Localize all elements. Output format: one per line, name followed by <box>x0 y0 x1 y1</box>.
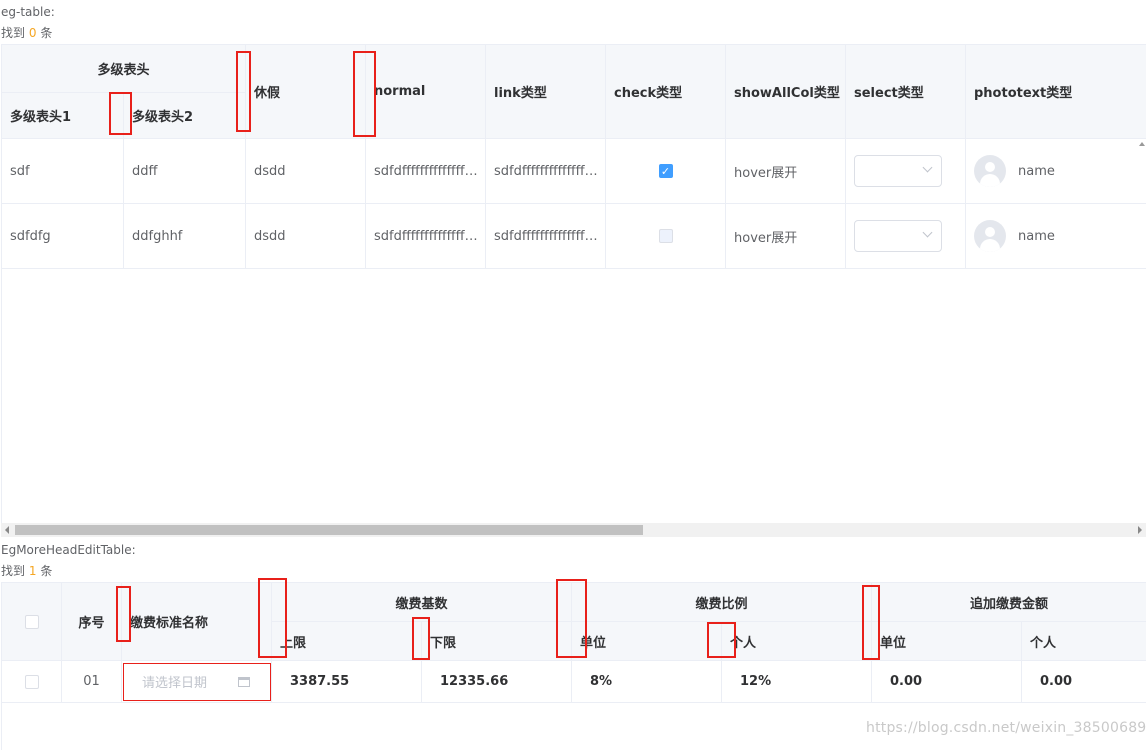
table1-title: eg-table: <box>1 5 55 19</box>
date-picker-input[interactable]: 请选择日期 <box>123 663 271 701</box>
normal-text: sdfdfffffffffffffffffffffff <box>374 229 478 244</box>
annotation-box <box>353 51 376 137</box>
horizontal-scrollbar[interactable] <box>1 523 1146 537</box>
showall-cell[interactable]: hover展开 <box>726 204 846 269</box>
header-extra: 追加缴费金额 <box>872 583 1146 622</box>
header-personal: 个人 <box>722 622 872 661</box>
annotation-box <box>707 622 736 658</box>
row-lower: 12335.66 <box>422 661 572 703</box>
header-group: 多级表头 <box>2 45 246 93</box>
table-row-cell: dsdd <box>246 139 366 204</box>
watermark: https://blog.csdn.net/weixin_38500689 <box>866 720 1146 736</box>
count-suffix: 条 <box>40 564 52 578</box>
annotation-box <box>116 586 131 642</box>
row-unit: 8% <box>572 661 722 703</box>
showall-cell[interactable]: hover展开 <box>726 139 846 204</box>
select-cell <box>846 204 966 269</box>
row-index: 01 <box>62 661 122 703</box>
annotation-box <box>862 585 880 660</box>
row-date-cell: 请选择日期 <box>122 661 272 703</box>
header-extra-personal: 个人 <box>1022 622 1146 661</box>
chevron-down-icon <box>923 163 933 173</box>
table2-title: EgMoreHeadEditTable: <box>1 543 136 557</box>
header-extra-unit: 单位 <box>872 622 1022 661</box>
normal-cell: sdfdfffffffffffffffffffffff <box>366 139 486 204</box>
header-normal: normal <box>366 45 486 139</box>
table-row-cell: ddff <box>124 139 246 204</box>
scroll-up-icon[interactable] <box>1139 142 1145 146</box>
scrollbar-thumb[interactable] <box>15 525 643 535</box>
avatar-name: name <box>1018 229 1055 244</box>
avatar-name: name <box>1018 164 1055 179</box>
header-upper: 上限 <box>272 622 422 661</box>
row-checkbox[interactable] <box>25 675 39 689</box>
count-value: 1 <box>29 564 37 578</box>
select-cell <box>846 139 966 204</box>
table-row-cell: sdfdfg <box>2 204 124 269</box>
avatar <box>974 155 1006 187</box>
annotation-box <box>556 579 587 658</box>
link-text[interactable]: sdfdfffffffffffffffffffffff <box>494 229 598 244</box>
header-check: check类型 <box>606 45 726 139</box>
scroll-left-icon[interactable] <box>5 526 9 534</box>
header-standard: 缴费标准名称 <box>122 583 272 661</box>
eg-table: 多级表头 多级表头1 多级表头2 休假 normal link类型 check类… <box>1 44 1146 526</box>
table-row-cell: dsdd <box>246 204 366 269</box>
table-row-cell: ddfghhf <box>124 204 246 269</box>
header-sub2: 多级表头2 <box>124 93 246 139</box>
select-dropdown[interactable] <box>854 220 942 252</box>
header-index: 序号 <box>62 583 122 661</box>
calendar-icon <box>238 677 250 687</box>
annotation-box <box>412 617 430 660</box>
annotation-box <box>236 51 251 132</box>
link-text[interactable]: sdfdfffffffffffffffffffffff <box>494 164 598 179</box>
header-phototext: phototext类型 <box>966 45 1146 139</box>
header-link: link类型 <box>486 45 606 139</box>
link-cell: sdfdfffffffffffffffffffffff <box>486 204 606 269</box>
table2-count: 找到 1 条 <box>1 562 52 579</box>
select-all-checkbox[interactable] <box>25 615 39 629</box>
row-upper: 3387.55 <box>272 661 422 703</box>
check-cell: ✓ <box>606 139 726 204</box>
link-cell: sdfdfffffffffffffffffffffff <box>486 139 606 204</box>
row-personal: 12% <box>722 661 872 703</box>
row-select <box>2 661 62 703</box>
table1-count: 找到 0 条 <box>1 24 52 41</box>
header-ratio: 缴费比例 <box>572 583 872 622</box>
header-showall: showAllCol类型 <box>726 45 846 139</box>
normal-text: sdfdfffffffffffffffffffffff <box>374 164 478 179</box>
count-prefix: 找到 <box>1 564 25 578</box>
phototext-cell: name <box>966 139 1146 204</box>
count-value: 0 <box>29 26 37 40</box>
avatar <box>974 220 1006 252</box>
row-extra-unit: 0.00 <box>872 661 1022 703</box>
vertical-scrollbar[interactable] <box>1139 140 1146 523</box>
header-select-all <box>2 583 62 661</box>
chevron-down-icon <box>923 228 933 238</box>
row-checkbox-disabled <box>659 229 673 243</box>
table-row-cell: sdf <box>2 139 124 204</box>
header-select: select类型 <box>846 45 966 139</box>
annotation-box <box>258 578 287 658</box>
annotation-box <box>109 92 132 135</box>
date-placeholder: 请选择日期 <box>142 672 207 691</box>
check-cell <box>606 204 726 269</box>
header-unit: 单位 <box>572 622 722 661</box>
header-sub1: 多级表头1 <box>2 93 124 139</box>
row-extra-personal: 0.00 <box>1022 661 1146 703</box>
normal-cell: sdfdfffffffffffffffffffffff <box>366 204 486 269</box>
header-lower: 下限 <box>422 622 572 661</box>
phototext-cell: name <box>966 204 1146 269</box>
row-checkbox-checked[interactable]: ✓ <box>659 164 673 178</box>
select-dropdown[interactable] <box>854 155 942 187</box>
count-suffix: 条 <box>40 26 52 40</box>
count-prefix: 找到 <box>1 26 25 40</box>
scroll-right-icon[interactable] <box>1138 526 1142 534</box>
header-holiday: 休假 <box>246 45 366 139</box>
